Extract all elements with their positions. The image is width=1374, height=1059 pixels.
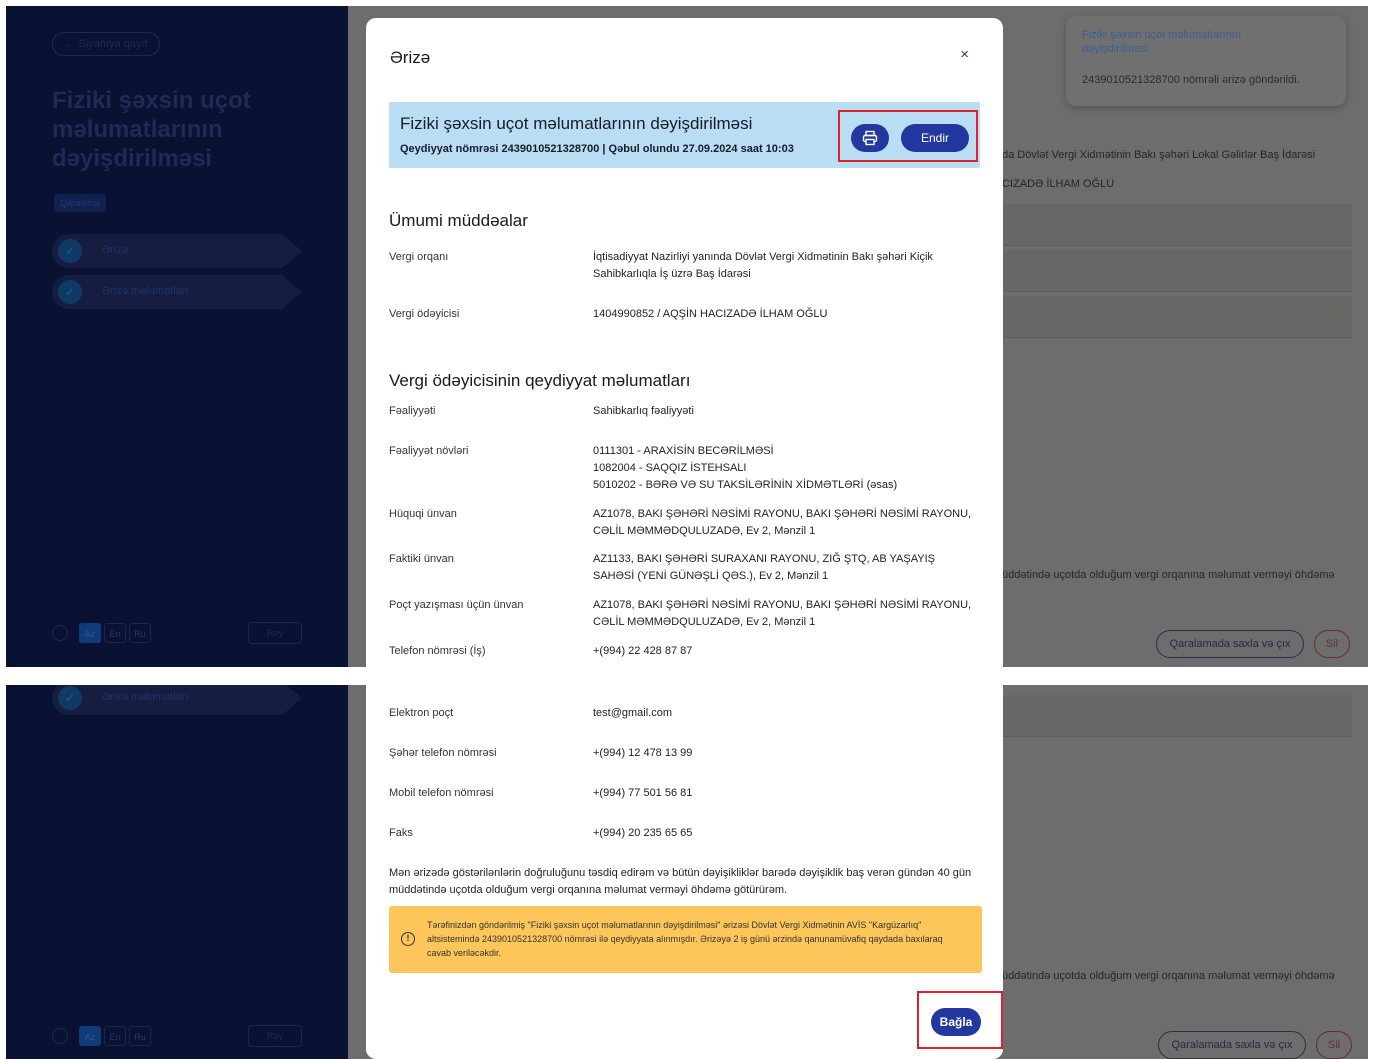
language-switcher: Az En Ru <box>52 1026 151 1046</box>
field-label: Faktiki ünvan <box>389 553 454 565</box>
field-label: Hüquqi ünvan <box>389 508 457 520</box>
check-icon: ✓ <box>58 686 82 710</box>
field-value: test@gmail.com <box>593 707 673 719</box>
field-label: Vergi ödəyicisi <box>389 308 460 320</box>
step-application[interactable]: ✓ Ərizə <box>52 234 302 268</box>
field-value: AZ1078, BAKI ŞƏHƏRİ NƏSİMİ RAYONU, BAKI … <box>593 599 972 628</box>
field-label: Mobil telefon nömrəsi <box>389 787 494 799</box>
save-draft-button[interactable]: Qaralamada saxla və çıx <box>1156 630 1304 658</box>
print-button[interactable] <box>851 124 889 152</box>
info-icon: ! <box>401 932 415 946</box>
lang-az[interactable]: Az <box>79 1026 101 1046</box>
activity-line: 0111301 - ARAXİSİN BECƏRİLMƏSİ <box>593 445 774 457</box>
field-value: İqtisadiyyat Nazirliyi yanında Dövlət Ve… <box>593 251 933 280</box>
application-modal: Ərizə × Fiziki şəxsin uçot məlumatlarını… <box>366 18 1003 667</box>
check-circle-icon <box>1326 707 1342 723</box>
screenshot-bottom: ✓ Ərizə məlumatları Az En Ru Rəy üddətin… <box>6 685 1368 1059</box>
field-label: Elektron poçt <box>389 707 454 719</box>
sidebar: ← Siyahıya qayıt Fiziki şəxsin uçot məlu… <box>6 6 348 667</box>
toast-message: 2439010521328700 nömrəli ərizə göndərild… <box>1082 74 1300 86</box>
bg-authority-text: da Dövlət Vergi Xidmətinin Bakı şəhəri L… <box>1002 149 1316 161</box>
field-value: +(994) 20 235 65 65 <box>593 827 693 839</box>
notification-toast: Fiziki şəxsin uçot məlumatlarının dəyişd… <box>1066 16 1346 106</box>
close-icon[interactable]: × <box>960 46 969 63</box>
bg-row <box>1002 250 1352 292</box>
lang-az[interactable]: Az <box>79 623 101 643</box>
field-value: +(994) 12 478 13 99 <box>593 747 693 759</box>
check-circle-icon <box>1326 308 1342 324</box>
check-icon: ✓ <box>58 280 82 304</box>
step-application-details[interactable]: ✓ Ərizə məlumatları <box>52 275 302 309</box>
registration-heading: Vergi ödəyicisinin qeydiyyat məlumatları <box>389 371 691 390</box>
field-value: 1404990852 / AQŞİN HACIZADƏ İLHAM OĞLU <box>593 308 828 320</box>
field-value: +(994) 77 501 56 81 <box>593 787 693 799</box>
activity-line: 5010202 - BƏRƏ VƏ SU TAKSİLƏRİNİN XİDMƏT… <box>593 479 898 491</box>
lang-ru[interactable]: Ru <box>129 1026 151 1046</box>
field-label: Poçt yazışması üçün ünvan <box>389 599 524 611</box>
feedback-button[interactable]: Rəy <box>248 1025 302 1047</box>
field-value: +(994) 22 428 87 87 <box>593 645 693 657</box>
step-label: Ərizə <box>102 244 129 256</box>
save-draft-button[interactable]: Qaralamada saxla və çıx <box>1158 1031 1306 1059</box>
field-label: Vergi orqanı <box>389 251 449 263</box>
globe-icon <box>52 1028 68 1044</box>
field-label: Şəhər telefon nömrəsi <box>389 747 497 759</box>
field-value: AZ1133, BAKI ŞƏHƏRİ SURAXANI RAYONU, ZIĞ… <box>593 553 935 582</box>
bg-declaration-text: üddətində uçotda olduğum vergi orqanına … <box>1002 569 1335 581</box>
step-label: Ərizə məlumatları <box>102 285 189 297</box>
check-icon: ✓ <box>58 239 82 263</box>
banner-title: Fiziki şəxsin uçot məlumatlarının dəyişd… <box>400 114 753 133</box>
activity-line: 1082004 - SAQQIZ İSTEHSALI <box>593 462 747 474</box>
bg-declaration-text: üddətində uçotda olduğum vergi orqanına … <box>1002 970 1335 982</box>
warning-text: Tərəfinizdən göndərilmiş "Fiziki şəxsin … <box>427 920 943 958</box>
delete-button[interactable]: Sil <box>1314 630 1350 658</box>
download-button[interactable]: Endir <box>901 124 969 152</box>
globe-icon <box>52 625 68 641</box>
confirmation-text: Mən ərizədə göstərilənlərin doğruluğunu … <box>389 867 972 896</box>
activity-types: 0111301 - ARAXİSİN BECƏRİLMƏSİ 1082004 -… <box>593 443 973 494</box>
field-label: Faks <box>389 827 413 839</box>
close-button[interactable]: Bağla <box>931 1008 981 1036</box>
back-to-list-button[interactable]: ← Siyahıya qayıt <box>52 32 160 56</box>
delete-button[interactable]: Sil <box>1316 1031 1352 1059</box>
step-label: Ərizə məlumatları <box>102 691 189 703</box>
lang-ru[interactable]: Ru <box>129 623 151 643</box>
lang-en[interactable]: En <box>104 1026 126 1046</box>
warning-box: ! Tərəfinizdən göndərilmiş "Fiziki şəxsi… <box>389 906 982 973</box>
modal-title: Ərizə <box>390 48 431 67</box>
toast-title: Fiziki şəxsin uçot məlumatlarının dəyişd… <box>1082 29 1241 55</box>
bg-row <box>1002 296 1352 338</box>
screenshot-top: ← Siyahıya qayıt Fiziki şəxsin uçot məlu… <box>6 6 1368 667</box>
bg-row <box>1002 695 1352 737</box>
bg-row <box>1002 204 1352 246</box>
language-switcher: Az En Ru <box>52 623 151 643</box>
application-modal: Elektron poçt test@gmail.com Şəhər telef… <box>366 685 1003 1059</box>
status-badge: Qaralama <box>54 194 106 212</box>
lang-en[interactable]: En <box>104 623 126 643</box>
field-value: AZ1078, BAKI ŞƏHƏRİ NƏSİMİ RAYONU, BAKI … <box>593 508 972 537</box>
field-label: Telefon nömrəsi (İş) <box>389 645 486 657</box>
field-label: Fəaliyyət növləri <box>389 445 469 457</box>
feedback-button[interactable]: Rəy <box>248 622 302 644</box>
check-circle-icon <box>1326 216 1342 232</box>
field-label: Fəaliyyəti <box>389 405 436 417</box>
step-application-details[interactable]: ✓ Ərizə məlumatları <box>52 685 302 715</box>
sidebar: ✓ Ərizə məlumatları Az En Ru Rəy <box>6 685 348 1059</box>
general-heading: Ümumi müddəalar <box>389 211 528 230</box>
printer-icon <box>862 130 878 146</box>
field-value: Sahibkarlıq fəaliyyəti <box>593 405 694 417</box>
sidebar-title: Fiziki şəxsin uçot məlumatlarının dəyişd… <box>52 87 251 172</box>
bg-taxpayer-text: CIZADƏ İLHAM OĞLU <box>1002 178 1115 190</box>
banner-subtitle: Qeydiyyat nömrəsi 2439010521328700 | Qəb… <box>400 143 794 155</box>
check-circle-icon <box>1326 262 1342 278</box>
